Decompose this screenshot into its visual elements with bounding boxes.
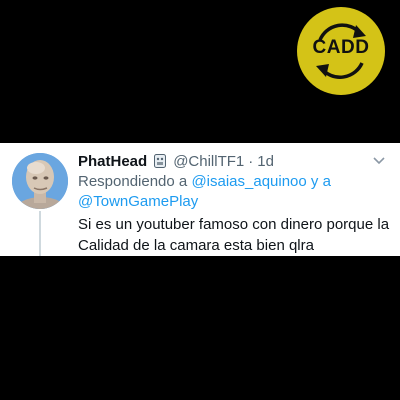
meme-man-avatar[interactable] [12,153,68,209]
user-handle[interactable]: @ChillTF1 [173,153,244,170]
chevron-down-icon[interactable] [371,152,387,168]
mention-joiner: y a [310,173,331,190]
tweet-header: PhatHead @ChillTF1 · 1d [78,151,274,171]
replying-to: Respondiendo a @isaias_aquinoo y a [78,172,331,192]
cadd-logo: CADD [296,6,386,96]
display-name[interactable]: PhatHead [78,153,147,170]
rage-face-badge-icon [153,154,167,168]
reply-prefix: Respondiendo a [78,173,188,190]
mention-link[interactable]: @TownGamePlay [78,193,198,210]
timestamp[interactable]: 1d [257,153,274,170]
logo-text: CADD [312,37,370,58]
separator-dot: · [248,152,254,170]
replying-to-second: @TownGamePlay [78,192,198,212]
tweet-text: Si es un youtuber famoso con dinero porq… [78,216,390,254]
thread-line [39,211,41,256]
mention-link[interactable]: @isaias_aquinoo [191,173,306,190]
tweet-card[interactable]: PhatHead @ChillTF1 · 1d Respondiendo a @… [0,143,400,256]
